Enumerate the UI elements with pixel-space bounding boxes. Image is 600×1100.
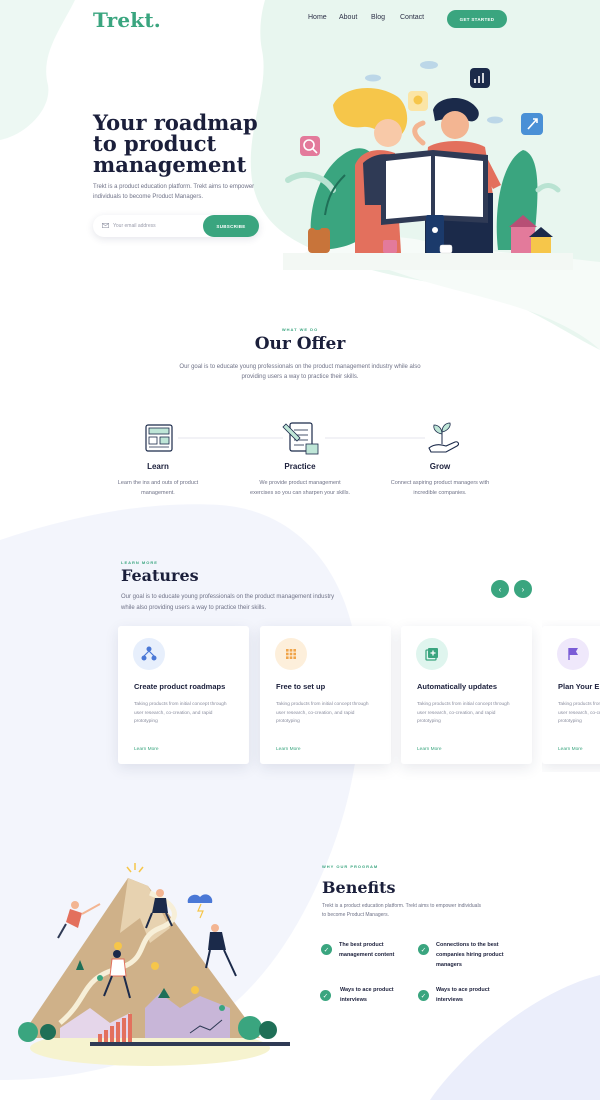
features-title: Features	[121, 566, 199, 585]
hand-plant-icon	[428, 422, 460, 453]
logo[interactable]: Trekt.	[93, 8, 161, 32]
offer-title: Our Offer	[254, 334, 346, 354]
benefits-title: Benefits	[322, 878, 396, 897]
hero-title: Your roadmap to product management	[93, 112, 293, 175]
grid-dots-icon	[275, 638, 307, 670]
feature-card[interactable]: Plan Your E Taking products from initial…	[542, 626, 600, 764]
feature-card-title: Plan Your E	[558, 682, 600, 691]
email-input[interactable]	[113, 221, 198, 231]
nav-home[interactable]: Home	[308, 14, 327, 21]
learn-more-link[interactable]: Learn More	[276, 747, 301, 752]
flag-icon	[557, 638, 589, 670]
feature-card-description: Taking products from initial concept thr…	[558, 702, 600, 724]
feature-card[interactable]: Automatically updates Taking products fr…	[401, 626, 532, 764]
step-title-grow: Grow	[429, 462, 451, 471]
check-icon: ✓	[321, 944, 332, 955]
check-icon: ✓	[418, 944, 429, 955]
check-icon: ✓	[418, 990, 429, 1001]
learn-more-link[interactable]: Learn More	[417, 747, 442, 752]
document-pen-icon	[282, 422, 319, 455]
nav-contact[interactable]: Contact	[400, 14, 424, 21]
feature-card-description: Taking products from initial concept thr…	[134, 702, 227, 724]
learn-board-icon	[145, 424, 173, 452]
hero-title-line: to product	[93, 131, 217, 156]
step-desc-learn: Learn the ins and outs of product manage…	[117, 480, 199, 496]
hero-title-line: management	[93, 152, 247, 177]
feature-card-description: Taking products from initial concept thr…	[417, 702, 510, 724]
feature-card-title: Create product roadmaps	[134, 682, 226, 691]
step-desc-grow: Connect aspiring product managers with i…	[390, 480, 490, 496]
feature-card-clip: Plan Your E Taking products from initial…	[542, 620, 600, 772]
features-description: Our goal is to educate young professiona…	[121, 594, 335, 611]
get-started-button[interactable]: GET STARTED	[447, 10, 507, 28]
learn-more-link[interactable]: Learn More	[134, 747, 159, 752]
nav-blog[interactable]: Blog	[371, 14, 385, 21]
benefit-item: Connections to the best companies hiring…	[436, 942, 504, 968]
feature-card-title: Automatically updates	[417, 682, 498, 691]
benefit-item: The best product management content	[339, 942, 395, 958]
learn-more-link[interactable]: Learn More	[558, 747, 583, 752]
feature-card-title: Free to set up	[276, 682, 326, 691]
benefit-item: Ways to ace product interviews	[340, 987, 394, 1003]
chevron-left-icon: ‹	[498, 584, 502, 594]
feature-card-description: Taking products from initial concept thr…	[276, 702, 369, 724]
mail-icon	[102, 223, 109, 228]
subscribe-button[interactable]: SUBSCRIBE	[203, 215, 259, 237]
check-icon: ✓	[320, 990, 331, 1001]
offer-eyebrow: WHAT WE DO	[281, 327, 319, 332]
benefit-item: Ways to ace product interviews	[436, 987, 490, 1003]
add-square-icon	[416, 638, 448, 670]
benefits-eyebrow: WHY OUR PROGRAM	[322, 864, 379, 869]
nav-about[interactable]: About	[339, 14, 357, 21]
mountain-illustration	[18, 863, 290, 1066]
feature-card[interactable]: Free to set up Taking products from init…	[260, 626, 391, 764]
offer-steps-graphics	[145, 422, 460, 455]
benefits-description: Trekt is a product education platform. T…	[322, 903, 482, 918]
hero-illustration	[283, 61, 573, 270]
hero-title-line: Your roadmap	[93, 110, 258, 135]
chevron-right-icon: ›	[521, 584, 525, 594]
carousel-prev-button[interactable]: ‹	[491, 580, 509, 598]
step-desc-practice: We provide product management exercises …	[250, 480, 350, 496]
step-title-learn: Learn	[147, 462, 169, 471]
feature-card[interactable]: Create product roadmaps Taking products …	[118, 626, 249, 764]
offer-description: Our goal is to educate young professiona…	[179, 364, 421, 380]
hierarchy-icon	[133, 638, 165, 670]
hero-description: Trekt is a product education platform. T…	[93, 184, 255, 200]
features-eyebrow: LEARN MORE	[121, 560, 158, 565]
carousel-next-button[interactable]: ›	[514, 580, 532, 598]
step-title-practice: Practice	[284, 462, 316, 471]
